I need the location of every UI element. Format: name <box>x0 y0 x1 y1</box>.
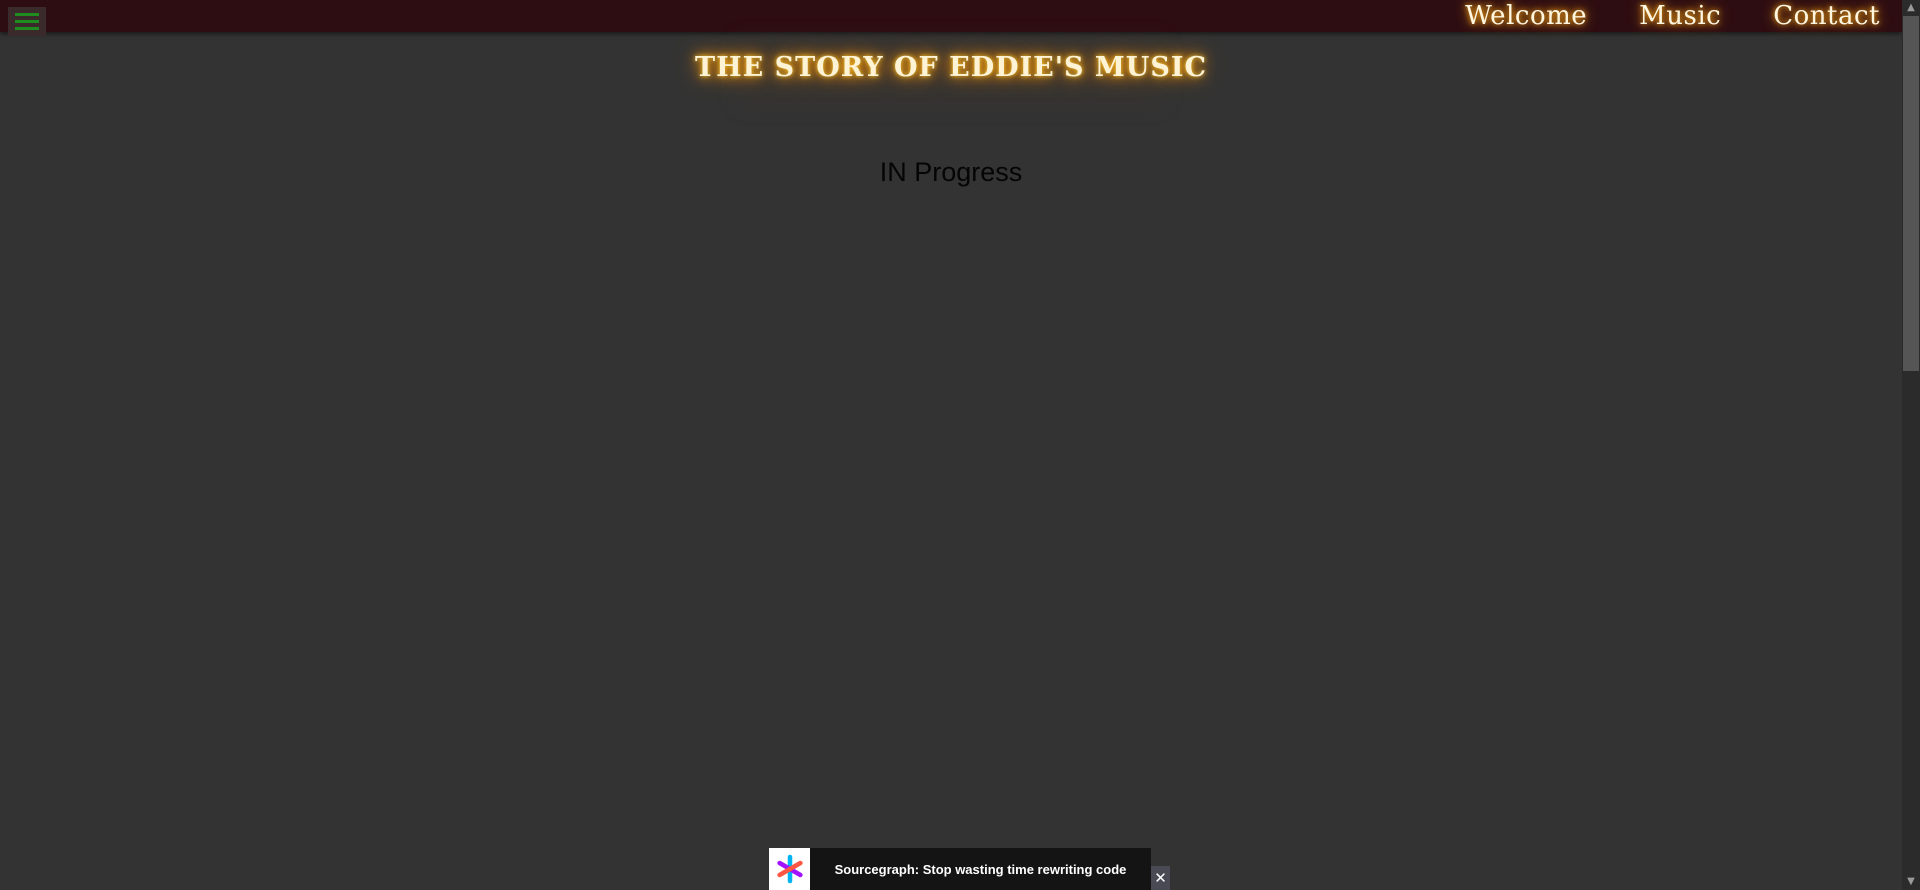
vertical-scrollbar[interactable]: ▲ ▼ <box>1902 0 1920 890</box>
sourcegraph-logo-icon <box>769 848 810 890</box>
status-heading: IN Progress <box>879 157 1023 187</box>
scroll-thumb[interactable] <box>1903 16 1919 371</box>
page-title: THE STORY OF EDDIE'S MUSIC <box>695 52 1207 83</box>
ad-banner[interactable]: Sourcegraph: Stop wasting time rewriting… <box>769 848 1151 890</box>
ad-text[interactable]: Sourcegraph: Stop wasting time rewriting… <box>810 862 1151 877</box>
nav-link-contact[interactable]: Contact <box>1773 1 1880 31</box>
sourcegraph-logo-svg <box>776 854 803 884</box>
hamburger-menu-icon[interactable] <box>8 7 46 36</box>
scroll-up-arrow-icon[interactable]: ▲ <box>1902 0 1920 16</box>
menu-line <box>15 13 39 16</box>
nav-link-welcome[interactable]: Welcome <box>1465 1 1587 31</box>
page: Welcome Music Contact THE STORY OF EDDIE… <box>0 0 1920 890</box>
main-nav: Welcome Music Contact <box>1465 0 1880 32</box>
top-nav-bar: Welcome Music Contact <box>0 0 1902 36</box>
scroll-down-arrow-icon[interactable]: ▼ <box>1902 874 1920 890</box>
close-icon[interactable]: ✕ <box>1151 866 1170 890</box>
menu-line <box>15 27 39 30</box>
menu-line <box>15 20 39 23</box>
nav-link-music[interactable]: Music <box>1639 1 1721 31</box>
